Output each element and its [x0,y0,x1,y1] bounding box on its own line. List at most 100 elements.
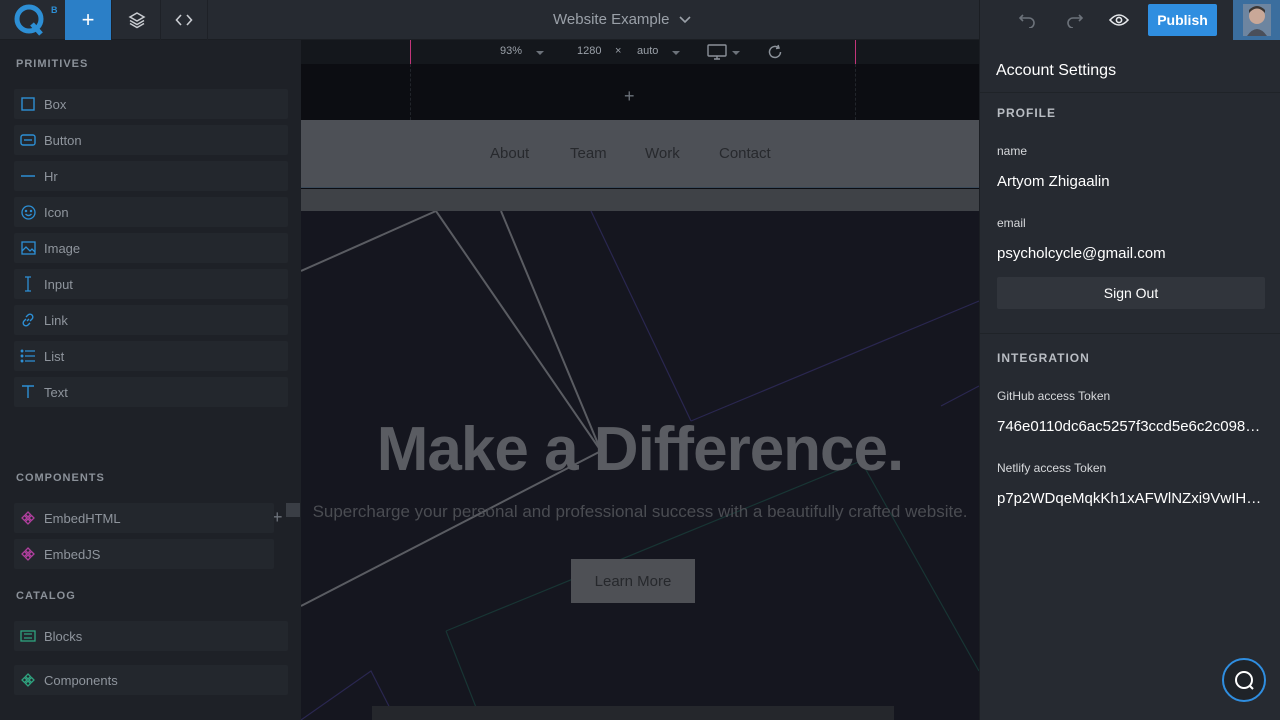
desktop-icon[interactable] [707,44,727,60]
primitive-hr[interactable]: Hr [14,161,288,191]
nav-link-work[interactable]: Work [645,145,680,162]
account-settings-panel: Publish Account Settings PROFILE name Ar… [979,0,1280,720]
undo-icon [1018,14,1035,28]
primitive-image[interactable]: Image [14,233,288,263]
name-value: Artyom Zhigaalin [997,173,1110,190]
zoom-caret-icon[interactable] [536,51,544,55]
divider [980,92,1280,93]
divider [980,333,1280,334]
primitive-list-label: List [44,348,65,364]
primitive-link[interactable]: Link [14,305,288,335]
canvas-footer-strip [372,706,894,720]
catalog-blocks[interactable]: Blocks [14,621,288,651]
component-embedjs[interactable]: EmbedJS [14,539,274,569]
component-embedhtml[interactable]: EmbedHTML [14,503,274,533]
sign-out-button[interactable]: Sign Out [997,277,1265,309]
component-icon [19,509,37,527]
primitive-input-label: Input [44,276,73,292]
layers-icon [127,12,146,29]
email-label: email [997,216,1026,230]
primitive-box-label: Box [44,96,67,112]
components-heading: COMPONENTS [16,472,105,484]
catalog-components-label: Components [44,672,118,688]
logo-badge: B [51,5,58,15]
panel-title: Account Settings [996,62,1117,79]
refresh-icon[interactable] [767,44,783,60]
box-icon [19,95,37,113]
undo-button[interactable] [1004,0,1050,40]
height-input[interactable]: auto [637,45,658,57]
chat-button[interactable] [1222,658,1266,702]
primitive-button[interactable]: Button [14,125,288,155]
catalog-blocks-label: Blocks [44,628,83,644]
chevron-down-icon[interactable] [678,13,692,27]
primitive-icon[interactable]: Icon [14,197,288,227]
primitive-icon-label: Icon [44,204,69,220]
catalog-heading: CATALOG [16,590,76,602]
scrollbar-thumb[interactable] [286,503,300,517]
redo-button[interactable] [1052,0,1098,40]
viewport-edge-right [855,40,856,64]
component-embedjs-label: EmbedJS [44,546,101,562]
blocks-icon [19,627,37,645]
left-sidebar: PRIMITIVES Box Button Hr Icon Image Inpu… [0,40,301,720]
nav-link-contact[interactable]: Contact [719,145,771,162]
name-label: name [997,144,1028,158]
add-button[interactable]: + [65,0,112,40]
primitive-text-label: Text [44,384,68,400]
avatar[interactable] [1233,0,1280,40]
nav-link-about[interactable]: About [490,145,529,162]
hr-icon [19,167,37,185]
catalog-components[interactable]: Components [14,665,288,695]
top-bar: B + Website Example [0,0,979,40]
component-embedhtml-label: EmbedHTML [44,510,121,526]
component-icon [19,671,37,689]
hero-headline: Make a Difference. [376,415,904,484]
panel-topbar: Publish [980,0,1280,40]
publish-button[interactable]: Publish [1148,4,1217,36]
profile-heading: PROFILE [997,106,1057,120]
learn-more-button[interactable]: Learn More [571,559,695,603]
preview-button[interactable] [1096,0,1142,40]
layers-button[interactable] [113,0,161,40]
primitive-input[interactable]: Input [14,269,288,299]
logo[interactable] [14,4,48,36]
chat-icon [1235,671,1254,690]
github-token-label: GitHub access Token [997,389,1111,403]
image-icon [19,239,37,257]
text-icon [19,383,37,401]
code-icon [174,14,193,26]
text-cursor-icon [19,275,37,293]
primitive-box[interactable]: Box [14,89,288,119]
section-guide [410,64,856,120]
button-icon [19,131,37,149]
component-icon [19,545,37,563]
primitive-hr-label: Hr [44,168,58,184]
primitive-list[interactable]: List [14,341,288,371]
nav-strip [301,189,979,211]
code-button[interactable] [160,0,208,40]
width-input[interactable]: 1280 [577,45,601,57]
nav-link-team[interactable]: Team [570,145,607,162]
site-title[interactable]: Website Example [553,11,669,28]
netlify-token-field[interactable]: p7p2WDqeMqkKh1xAFWlNZxi9VwIHZ… [997,490,1265,507]
zoom-select[interactable]: 93% [500,45,522,57]
device-caret-icon[interactable] [732,51,740,55]
primitive-text[interactable]: Text [14,377,288,407]
viewport-edge-left [410,40,411,64]
netlify-token-label: Netlify access Token [997,461,1107,475]
height-caret-icon[interactable] [672,51,680,55]
smiley-icon [19,203,37,221]
redo-icon [1067,14,1084,28]
link-icon [19,311,37,329]
github-token-field[interactable]: 746e0110dc6ac5257f3ccd5e6c2c098b… [997,418,1265,435]
times-sign: × [615,45,622,57]
primitive-button-label: Button [44,132,82,148]
primitives-heading: PRIMITIVES [16,58,89,70]
integration-heading: INTEGRATION [997,351,1090,365]
primitive-image-label: Image [44,240,81,256]
canvas[interactable]: + About Team Work Contact Make a Differe… [301,64,979,720]
eye-icon [1109,14,1129,26]
email-value: psycholcycle@gmail.com [997,245,1166,262]
hero-subheadline: Supercharge your personal and profession… [312,502,968,521]
